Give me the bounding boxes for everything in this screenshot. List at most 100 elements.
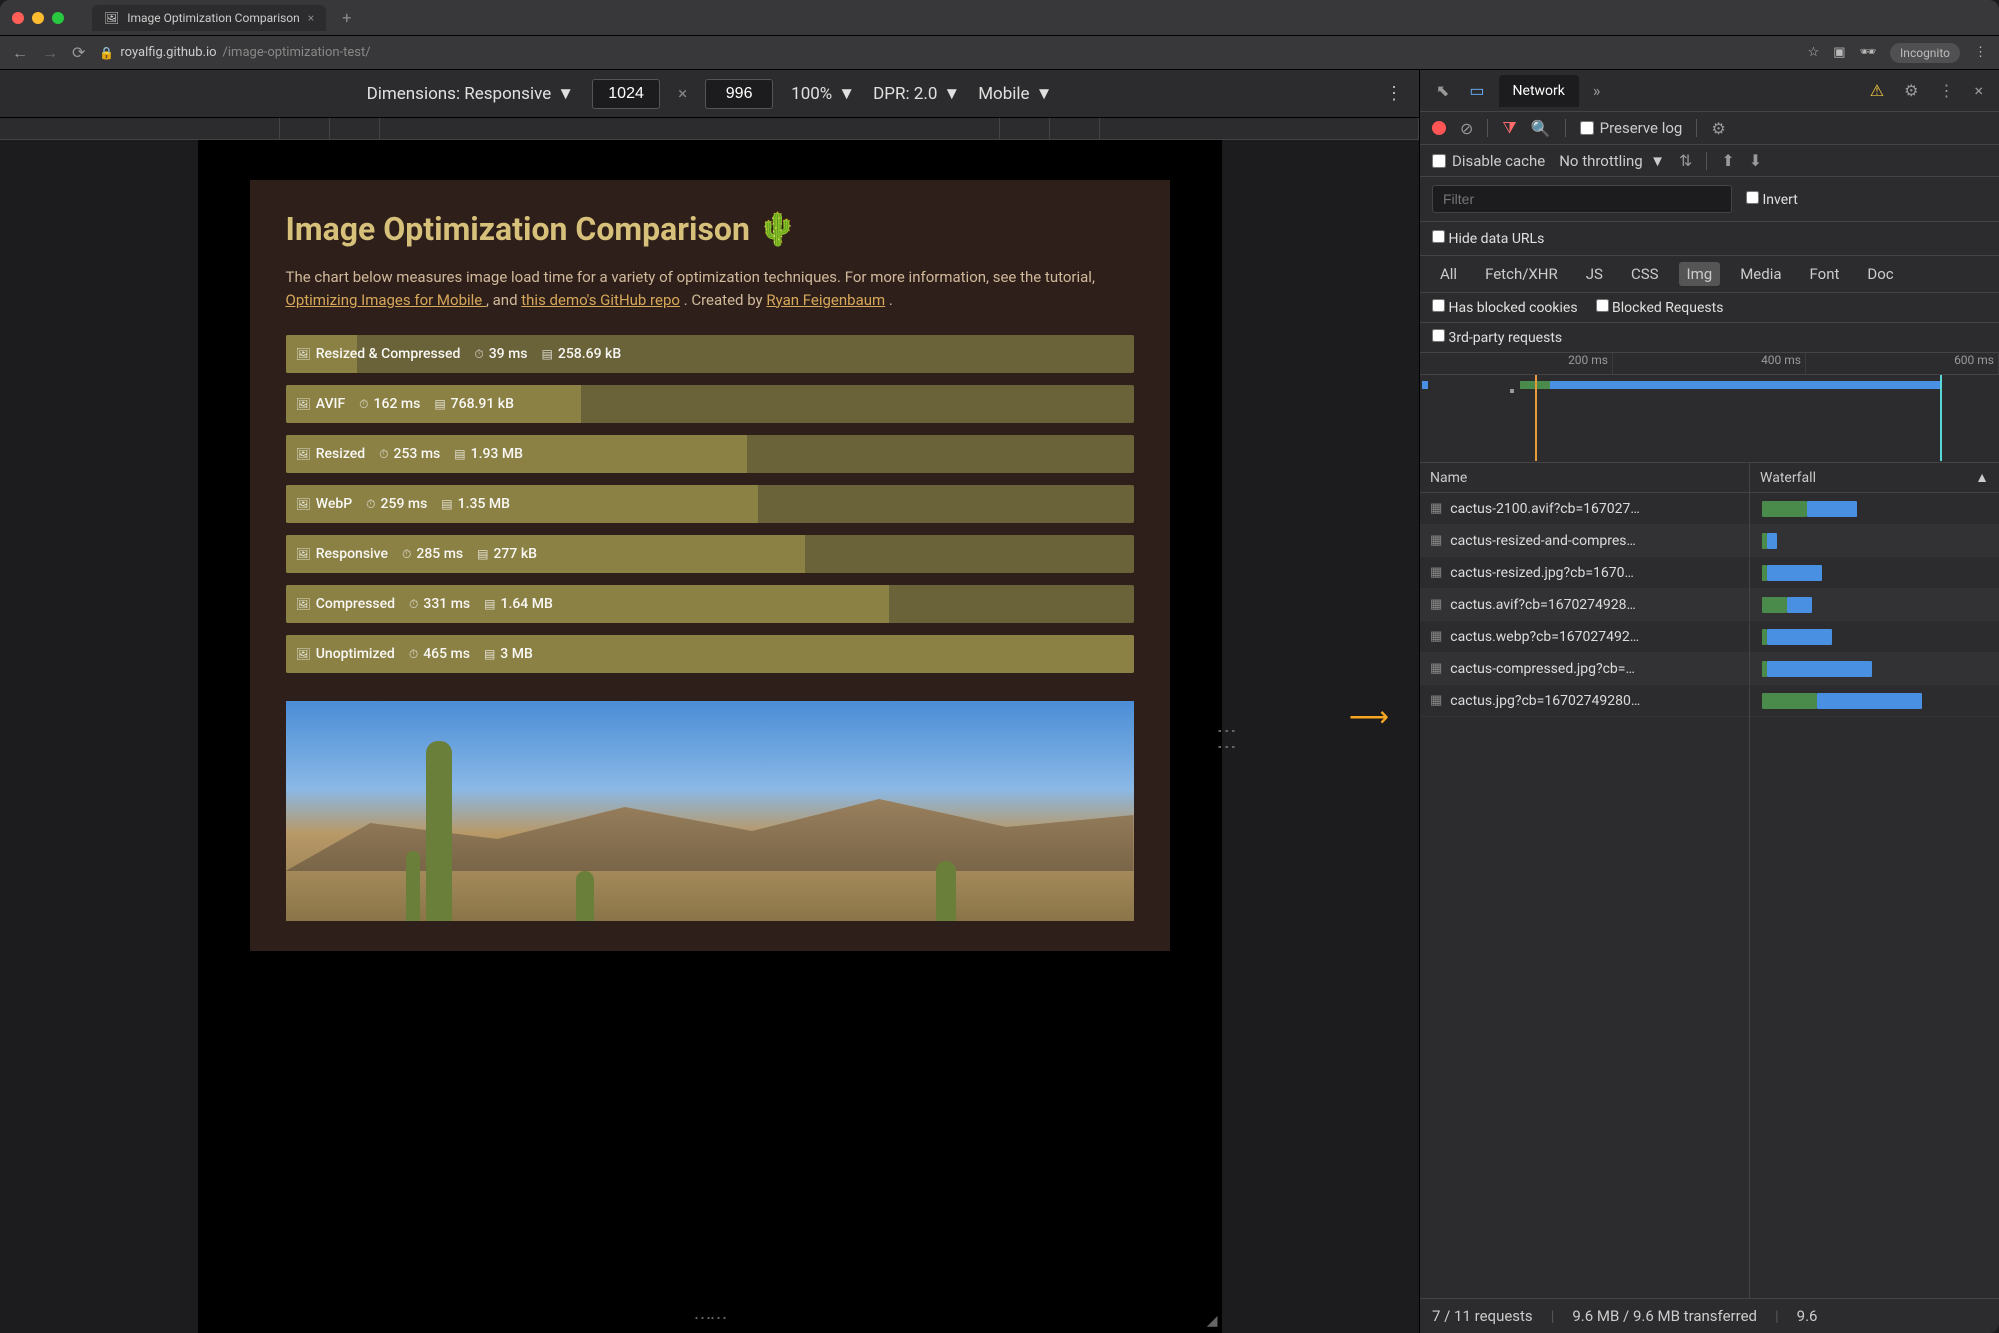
network-row[interactable]: ▦ cactus.avif?cb=1670274928…: [1420, 589, 1749, 621]
close-window-button[interactable]: [12, 12, 24, 24]
bookmark-icon[interactable]: ☆: [1808, 45, 1820, 60]
new-tab-button[interactable]: +: [342, 8, 351, 27]
throttling-dropdown[interactable]: No throttling ▼: [1559, 152, 1665, 170]
minimize-window-button[interactable]: [32, 12, 44, 24]
waterfall-row[interactable]: [1750, 621, 1999, 653]
third-party-checkbox[interactable]: 3rd-party requests: [1432, 329, 1562, 346]
network-row[interactable]: ▦cactus-resized-and-compres…: [1420, 525, 1749, 557]
network-row[interactable]: ▦cactus.jpg?cb=16702749280…: [1420, 685, 1749, 717]
close-devtools-icon[interactable]: ×: [1968, 77, 1989, 104]
image-file-icon: ▦: [1430, 597, 1442, 612]
url-host: royalfig.github.io: [120, 45, 216, 60]
filter-icon[interactable]: ⧩: [1502, 118, 1516, 138]
resize-handle-bottom[interactable]: ⋯⋯: [694, 1308, 726, 1329]
export-har-icon[interactable]: ⬇: [1749, 151, 1762, 170]
overview-timeline[interactable]: 200 ms400 ms600 ms: [1420, 353, 1999, 463]
type-filter-doc[interactable]: Doc: [1859, 262, 1901, 286]
network-row[interactable]: ▦cactus.webp?cb=167027492…: [1420, 621, 1749, 653]
request-name: cactus.webp?cb=167027492…: [1450, 629, 1639, 645]
forward-button[interactable]: →: [42, 43, 58, 63]
resize-handle-corner[interactable]: ◢: [1207, 1313, 1218, 1329]
import-har-icon[interactable]: ⬆: [1721, 151, 1734, 170]
resize-handle-right[interactable]: ⋮⋮: [1216, 721, 1240, 753]
timeline-tick: 400 ms: [1613, 353, 1806, 374]
type-filter-fetchxhr[interactable]: Fetch/XHR: [1477, 262, 1566, 286]
more-menu-icon[interactable]: ⋮: [1932, 77, 1960, 104]
height-input[interactable]: [705, 79, 773, 109]
bar-size: 768.91 kB: [451, 396, 514, 412]
devtools-panel: ⬉ ▭ Network » ⚠ ⚙ ⋮ × ⊘ ⧩ 🔍 Preserve l: [1419, 70, 1999, 1333]
url-display[interactable]: 🔒 royalfig.github.io/image-optimization-…: [99, 45, 370, 60]
device-more-icon[interactable]: ⋮: [1385, 83, 1403, 104]
device-type-dropdown[interactable]: Mobile ▼: [978, 84, 1052, 104]
preserve-log-checkbox[interactable]: Preserve log: [1580, 119, 1683, 137]
maximize-window-button[interactable]: [52, 12, 64, 24]
reader-icon[interactable]: ▣: [1833, 45, 1845, 60]
request-count: 7 / 11 requests: [1432, 1307, 1533, 1325]
disable-cache-checkbox[interactable]: Disable cache: [1432, 152, 1545, 170]
filter-input[interactable]: [1432, 185, 1732, 213]
device-toggle-icon[interactable]: ▭: [1463, 77, 1490, 104]
network-row[interactable]: ▦cactus-2100.avif?cb=167027…: [1420, 493, 1749, 525]
file-icon: ▤: [441, 497, 452, 511]
dpr-dropdown[interactable]: DPR: 2.0 ▼: [873, 84, 960, 104]
type-filter-font[interactable]: Font: [1802, 262, 1848, 286]
type-filter-css[interactable]: CSS: [1623, 262, 1667, 286]
bar-row: 🖼Responsive ⏱285 ms ▤277 kB: [286, 535, 1134, 573]
timeline-tick: 200 ms: [1420, 353, 1613, 374]
waterfall-row[interactable]: [1750, 589, 1999, 621]
network-row[interactable]: ▦cactus-compressed.jpg?cb=…: [1420, 653, 1749, 685]
request-name: cactus.avif?cb=1670274928…: [1450, 597, 1636, 613]
more-tabs-icon[interactable]: »: [1587, 77, 1607, 104]
image-file-icon: ▦: [1430, 533, 1442, 548]
emulated-viewport: Image Optimization Comparison 🌵 The char…: [198, 140, 1222, 1333]
third-party-row: 3rd-party requests: [1420, 323, 1999, 353]
network-settings-icon[interactable]: ⚙: [1711, 119, 1725, 138]
waterfall-row[interactable]: [1750, 493, 1999, 525]
warnings-icon[interactable]: ⚠: [1864, 77, 1890, 104]
bar-label: Unoptimized: [316, 646, 395, 662]
dimension-separator: ×: [678, 84, 687, 104]
hide-data-urls-checkbox[interactable]: Hide data URLs: [1432, 230, 1544, 247]
zoom-dropdown[interactable]: 100% ▼: [791, 84, 855, 104]
width-input[interactable]: [592, 79, 660, 109]
waterfall-row[interactable]: [1750, 685, 1999, 717]
back-button[interactable]: ←: [12, 43, 28, 63]
bar-label: Resized: [316, 446, 365, 462]
search-icon[interactable]: 🔍: [1531, 119, 1551, 138]
blocked-cookies-checkbox[interactable]: Has blocked cookies: [1432, 299, 1578, 316]
close-tab-icon[interactable]: ×: [308, 11, 314, 25]
type-filter-js[interactable]: JS: [1578, 262, 1611, 286]
bar-label: WebP: [316, 496, 352, 512]
tutorial-link[interactable]: Optimizing Images for Mobile: [286, 291, 486, 309]
waterfall-row[interactable]: [1750, 653, 1999, 685]
settings-icon[interactable]: ⚙: [1898, 77, 1924, 104]
type-filter-media[interactable]: Media: [1732, 262, 1789, 286]
author-link[interactable]: Ryan Feigenbaum: [766, 291, 885, 309]
menu-icon[interactable]: ⋮: [1974, 45, 1987, 60]
waterfall-row[interactable]: [1750, 525, 1999, 557]
clock-icon: ⏱: [409, 647, 418, 662]
browser-tab[interactable]: 🖼 Image Optimization Comparison ×: [92, 5, 326, 31]
clear-icon[interactable]: ⊘: [1460, 119, 1473, 138]
bar-time: 162 ms: [374, 396, 421, 412]
dimensions-dropdown[interactable]: Dimensions: Responsive ▼: [367, 84, 574, 104]
column-header-name[interactable]: Name: [1420, 463, 1749, 493]
bar-label: Responsive: [316, 546, 388, 562]
network-conditions-icon[interactable]: ⇅: [1679, 151, 1692, 170]
type-filter-all[interactable]: All: [1432, 262, 1465, 286]
blocked-requests-checkbox[interactable]: Blocked Requests: [1596, 299, 1724, 316]
image-icon: 🖼: [296, 347, 311, 361]
file-icon: ▤: [477, 547, 488, 561]
tab-network[interactable]: Network: [1499, 75, 1579, 107]
github-link[interactable]: this demo's GitHub repo: [521, 291, 680, 309]
reload-button[interactable]: ⟳: [72, 43, 85, 62]
type-filter-img[interactable]: Img: [1679, 262, 1721, 286]
record-button[interactable]: [1432, 121, 1446, 135]
invert-checkbox[interactable]: Invert: [1746, 191, 1798, 208]
column-header-waterfall[interactable]: Waterfall ▲: [1750, 463, 1999, 493]
waterfall-row[interactable]: [1750, 557, 1999, 589]
network-row[interactable]: ▦cactus-resized.jpg?cb=1670…: [1420, 557, 1749, 589]
chevron-down-icon: ▼: [557, 84, 574, 104]
inspect-element-icon[interactable]: ⬉: [1430, 77, 1455, 104]
